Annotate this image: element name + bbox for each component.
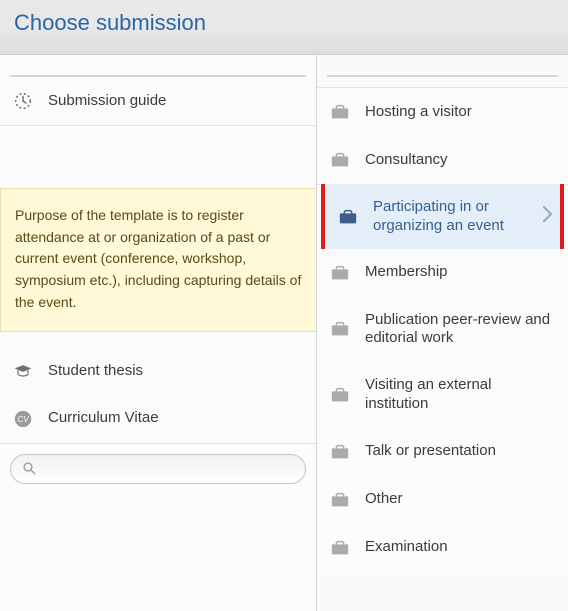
divider [327,75,558,77]
briefcase-icon [329,385,351,405]
activity-visiting-external[interactable]: Visiting an external institution [317,362,568,429]
template-tooltip: Purpose of the template is to register a… [0,188,316,332]
search-input[interactable] [43,461,295,477]
briefcase-icon [329,319,351,339]
activity-peer-review[interactable]: Publication peer-review and editorial wo… [317,297,568,364]
cv-icon: CV [12,409,34,429]
page-title: Choose submission [14,10,554,36]
sidebar-item-student-thesis[interactable]: Student thesis [0,348,316,396]
briefcase-icon [337,207,359,227]
menu-item-label: Visiting an external institution [365,376,558,414]
sidebar-item-cv[interactable]: CV Curriculum Vitae [0,395,316,444]
activity-talk-presentation[interactable]: Talk or presentation [317,428,568,477]
right-column: Hosting a visitor Consultancy Participatin… [316,55,568,611]
activity-membership[interactable]: Membership [317,249,568,298]
search-icon [21,461,37,476]
history-icon [12,91,34,111]
briefcase-icon [329,150,351,170]
search-container [0,444,316,484]
thesis-icon [12,363,34,379]
briefcase-icon [329,538,351,558]
activity-consultancy[interactable]: Consultancy [317,136,568,185]
menu-item-label: Curriculum Vitae [48,409,306,428]
menu-item-label: Examination [365,538,558,557]
activity-hosting-visitor[interactable]: Hosting a visitor [317,87,568,137]
chevron-right-icon [540,204,554,230]
menu-item-label: Membership [365,263,558,282]
menu-item-label: Participating in or organizing an event [373,198,550,236]
menu-item-label: Other [365,490,558,509]
briefcase-icon [329,263,351,283]
menu-item-label: Student thesis [48,362,306,381]
menu-item-label: Consultancy [365,151,558,170]
activity-participating-event[interactable]: Participating in or organizing an event [321,184,564,251]
menu-item-label: Publication peer-review and editorial wo… [365,311,558,349]
submission-guide-label: Submission guide [48,92,306,111]
briefcase-icon [329,490,351,510]
search-box[interactable] [10,454,306,484]
activity-other[interactable]: Other [317,476,568,525]
left-column: Submission guide Purpose of the template… [0,55,316,611]
briefcase-icon [329,442,351,462]
activity-examination[interactable]: Examination [317,524,568,572]
briefcase-icon [329,102,351,122]
page-header: Choose submission [0,0,568,55]
menu-item-label: Talk or presentation [365,442,558,461]
menu-item-label: Hosting a visitor [365,103,558,122]
template-tooltip-text: Purpose of the template is to register a… [15,207,301,310]
submission-guide[interactable]: Submission guide [0,77,316,126]
svg-text:CV: CV [17,415,30,424]
